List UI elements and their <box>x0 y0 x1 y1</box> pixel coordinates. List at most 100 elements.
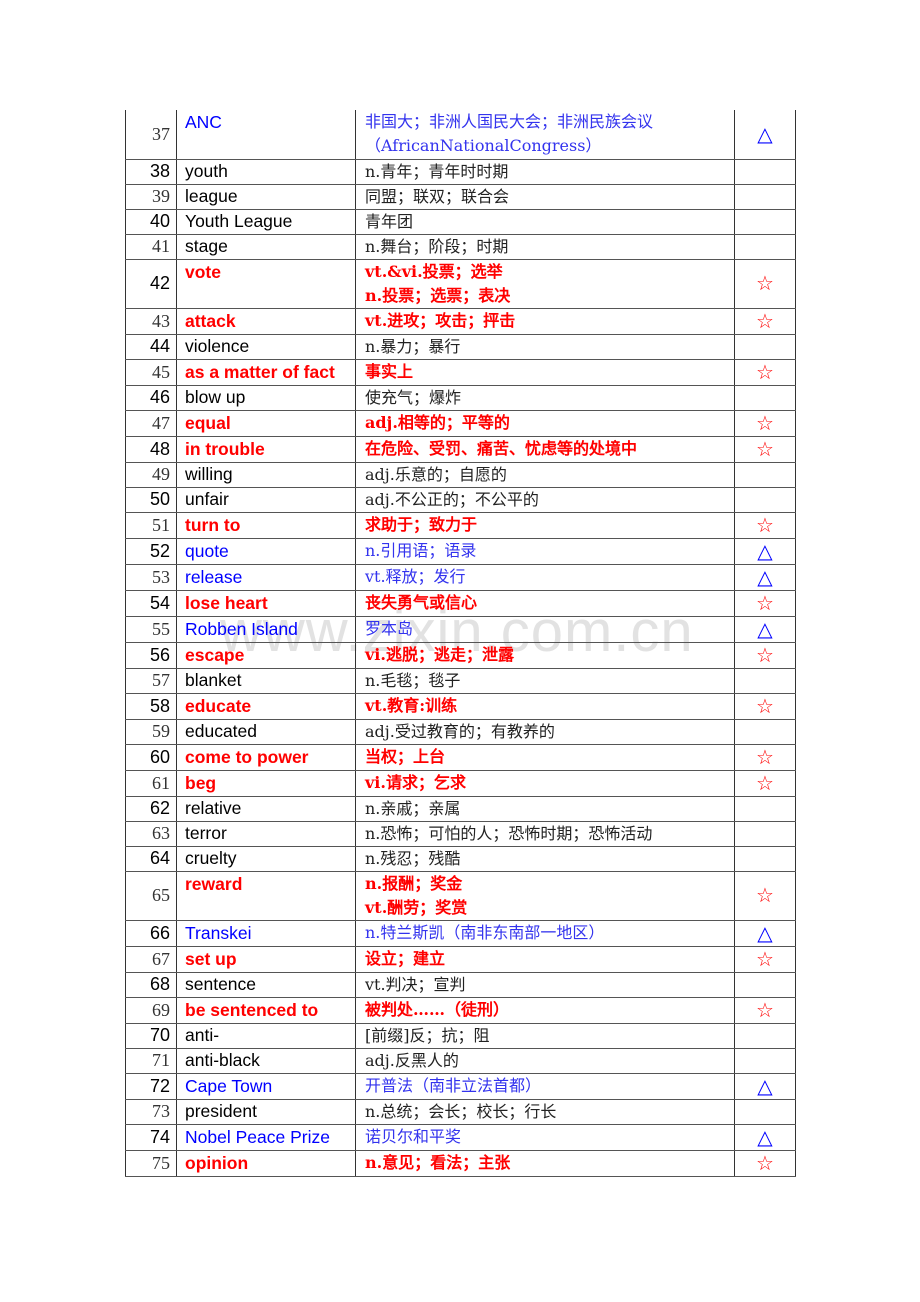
vocab-row: 66 Transkei n.特兰斯凯（南非东南部一地区） △ <box>125 919 796 947</box>
vocab-word: be sentenced to <box>176 996 356 1024</box>
vocabulary-table: 37 ANC 非国大；非洲人国民大会；非洲民族会议 （AfricanNationalC… <box>125 110 796 1177</box>
vocab-row: 49 willing adj.乐意的；自愿的 <box>125 461 796 488</box>
meaning-line: 青年团 <box>365 211 414 231</box>
star-icon: ☆ <box>734 692 796 720</box>
vocab-meaning: vt.进攻；攻击；抨击 <box>355 307 735 335</box>
vocab-row: 57 blanket n.毛毯；毯子 <box>125 667 796 694</box>
vocab-word: reward <box>176 870 356 921</box>
triangle-icon: △ <box>734 563 796 591</box>
meaning-line: vt.判决；宣判 <box>365 974 466 994</box>
vocab-row: 70 anti- [前缀]反；抗；阻 <box>125 1022 796 1049</box>
meaning-line: vt.酬劳；奖赏 <box>365 897 468 917</box>
vocab-row: 68 sentence vt.判决；宣判 <box>125 971 796 998</box>
meaning-line: n.引用语；语录 <box>365 541 477 560</box>
row-number: 64 <box>125 845 177 872</box>
vocab-row: 47 equal adj.相等的；平等的 ☆ <box>125 409 796 437</box>
star-icon: ☆ <box>734 258 796 309</box>
vocab-meaning: n.暴力；暴行 <box>355 333 735 360</box>
mark-cell <box>734 183 796 210</box>
vocab-row: 46 blow up 使充气；爆炸 <box>125 384 796 411</box>
row-number: 58 <box>125 692 177 720</box>
vocab-meaning: n.总统；会长；校长；行长 <box>355 1098 735 1125</box>
vocab-meaning: n.特兰斯凯（南非东南部一地区） <box>355 919 735 947</box>
row-number: 61 <box>125 769 177 797</box>
row-number: 44 <box>125 333 177 360</box>
vocab-row: 62 relative n.亲戚；亲属 <box>125 795 796 822</box>
star-icon: ☆ <box>734 945 796 973</box>
vocab-row: 72 Cape Town 开普法（南非立法首都） △ <box>125 1072 796 1100</box>
meaning-line: vt.教育:训练 <box>365 696 458 715</box>
row-number: 50 <box>125 486 177 513</box>
mark-cell <box>734 845 796 872</box>
vocab-meaning: n.毛毯；毯子 <box>355 667 735 694</box>
row-number: 48 <box>125 435 177 463</box>
row-number: 60 <box>125 743 177 771</box>
star-icon: ☆ <box>734 996 796 1024</box>
meaning-line: n.亲戚；亲属 <box>365 798 461 818</box>
vocab-word: release <box>176 563 356 591</box>
vocab-row: 51 turn to 求助于；致力于 ☆ <box>125 511 796 539</box>
vocab-meaning: n.残忍；残酷 <box>355 845 735 872</box>
vocab-word: relative <box>176 795 356 822</box>
mark-cell <box>734 461 796 488</box>
meaning-line: n.暴力；暴行 <box>365 336 461 356</box>
meaning-line: 罗本岛 <box>365 619 414 638</box>
vocab-meaning: 当权；上台 <box>355 743 735 771</box>
vocab-word: stage <box>176 233 356 260</box>
vocab-row: 56 escape vi.逃脱；逃走；泄露 ☆ <box>125 641 796 669</box>
vocab-meaning: vi.逃脱；逃走；泄露 <box>355 641 735 669</box>
vocab-word: escape <box>176 641 356 669</box>
vocab-word: opinion <box>176 1149 356 1177</box>
star-icon: ☆ <box>734 589 796 617</box>
vocab-meaning: adj.不公正的；不公平的 <box>355 486 735 513</box>
star-icon: ☆ <box>734 435 796 463</box>
meaning-line: vt.释放；发行 <box>365 567 466 586</box>
triangle-icon: △ <box>734 1123 796 1151</box>
vocab-word: vote <box>176 258 356 309</box>
meaning-line: n.毛毯；毯子 <box>365 670 461 690</box>
vocab-word: unfair <box>176 486 356 513</box>
vocab-word: set up <box>176 945 356 973</box>
meaning-line: 事实上 <box>365 362 414 381</box>
meaning-line: 丧失勇气或信心 <box>365 593 478 612</box>
star-icon: ☆ <box>734 641 796 669</box>
row-number: 75 <box>125 1149 177 1177</box>
row-number: 38 <box>125 158 177 185</box>
mark-cell <box>734 667 796 694</box>
vocab-word: educate <box>176 692 356 720</box>
star-icon: ☆ <box>734 1149 796 1177</box>
vocab-word: blanket <box>176 667 356 694</box>
mark-cell <box>734 208 796 235</box>
vocab-word: in trouble <box>176 435 356 463</box>
vocab-word: Transkei <box>176 919 356 947</box>
meaning-line: n.舞台；阶段；时期 <box>365 236 509 256</box>
vocab-meaning: vt.判决；宣判 <box>355 971 735 998</box>
vocab-meaning: vt.释放；发行 <box>355 563 735 591</box>
vocab-word: president <box>176 1098 356 1125</box>
vocab-meaning: 开普法（南非立法首都） <box>355 1072 735 1100</box>
vocab-row: 63 terror n.恐怖；可怕的人；恐怖时期；恐怖活动 <box>125 820 796 847</box>
meaning-line: 非国大；非洲人国民大会；非洲民族会议 <box>365 112 654 132</box>
mark-cell <box>734 333 796 360</box>
meaning-line: adj.受过教育的；有教养的 <box>365 721 555 741</box>
vocab-word: Youth League <box>176 208 356 235</box>
vocab-meaning: 罗本岛 <box>355 615 735 643</box>
vocab-word: violence <box>176 333 356 360</box>
row-number: 46 <box>125 384 177 411</box>
star-icon: ☆ <box>734 358 796 386</box>
meaning-line: 设立；建立 <box>365 949 446 968</box>
meaning-line: n.残忍；残酷 <box>365 848 461 868</box>
meaning-line: n.特兰斯凯（南非东南部一地区） <box>365 923 605 942</box>
vocab-meaning: n.意见；看法；主张 <box>355 1149 735 1177</box>
row-number: 70 <box>125 1022 177 1049</box>
vocab-meaning: 青年团 <box>355 208 735 235</box>
vocab-meaning: vt.教育:训练 <box>355 692 735 720</box>
meaning-line: [前缀]反；抗；阻 <box>365 1025 490 1045</box>
vocab-meaning: vt.&vi.投票；选举 n.投票；选票；表决 <box>355 258 735 309</box>
triangle-icon: △ <box>734 110 796 160</box>
row-number: 72 <box>125 1072 177 1100</box>
vocab-meaning: adj.反黑人的 <box>355 1047 735 1074</box>
vocab-row: 61 beg vi.请求；乞求 ☆ <box>125 769 796 797</box>
vocab-meaning: 同盟；联双；联合会 <box>355 183 735 210</box>
meaning-line: vi.请求；乞求 <box>365 773 466 792</box>
